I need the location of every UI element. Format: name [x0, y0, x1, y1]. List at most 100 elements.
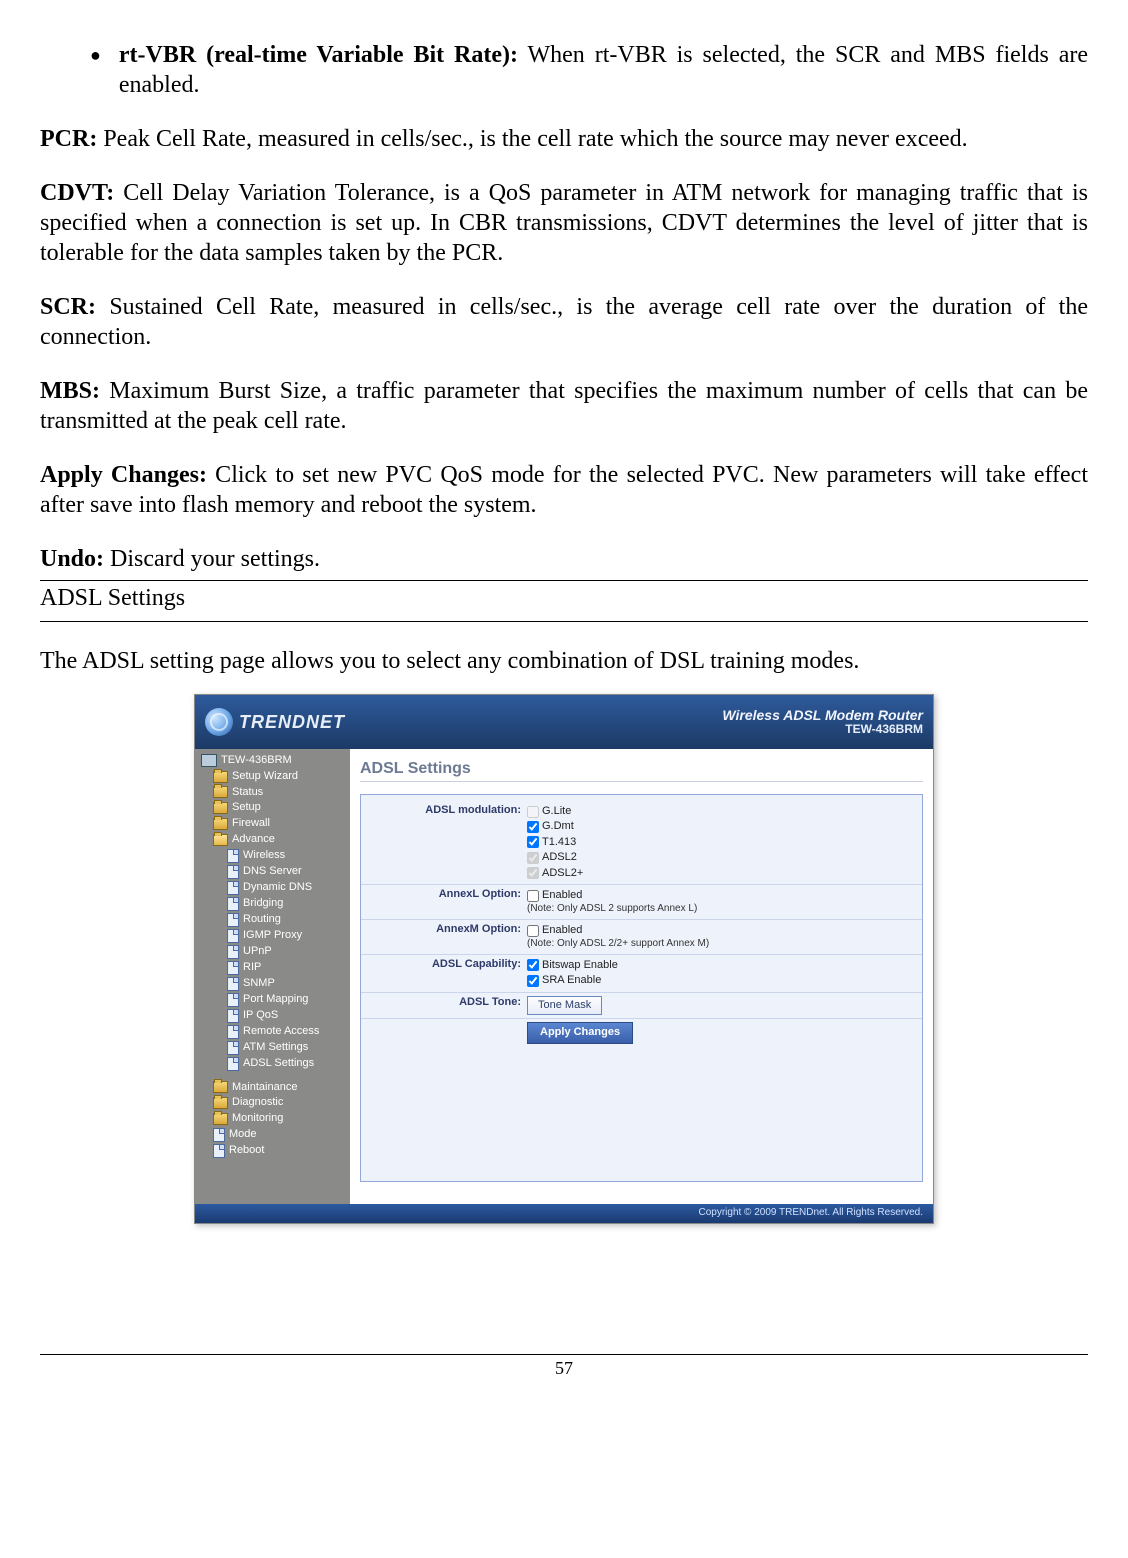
page-icon — [213, 1128, 225, 1142]
cdvt-desc: Cell Delay Variation Tolerance, is a QoS… — [40, 180, 1088, 266]
mbs-term: MBS: — [40, 378, 100, 404]
sidebar-item-remote-access[interactable]: Remote Access — [195, 1024, 350, 1040]
sidebar-item-wireless[interactable]: Wireless — [195, 848, 350, 864]
bullet-icon: ● — [90, 44, 101, 100]
modulation-label: ADSL modulation: — [361, 804, 527, 818]
header-right: Wireless ADSL Modem Router TEW-436BRM — [722, 707, 923, 737]
page-icon — [227, 865, 239, 879]
page-icon — [227, 1025, 239, 1039]
tone-label: ADSL Tone: — [361, 996, 527, 1010]
sidebar-item-bridging[interactable]: Bridging — [195, 896, 350, 912]
chk-gdmt[interactable] — [527, 821, 539, 833]
content-area: ADSL Settings ADSL modulation: G.Lite G.… — [350, 749, 933, 1204]
chk-sra[interactable] — [527, 975, 539, 987]
sidebar-item-atm-settings[interactable]: ATM Settings — [195, 1040, 350, 1056]
scr-desc: Sustained Cell Rate, measured in cells/s… — [40, 294, 1088, 350]
sidebar-item-dynamic-dns[interactable]: Dynamic DNS — [195, 880, 350, 896]
folder-icon — [213, 771, 228, 783]
folder-icon — [213, 818, 228, 830]
section-divider-top — [40, 580, 1088, 581]
page-icon — [227, 1009, 239, 1023]
page-icon — [227, 1041, 239, 1055]
product-tagline: Wireless ADSL Modem Router — [722, 707, 923, 723]
folder-icon — [213, 1097, 228, 1109]
bullet-rt-vbr: ● rt-VBR (real-time Variable Bit Rate): … — [90, 40, 1088, 100]
capability-label: ADSL Capability: — [361, 958, 527, 972]
chk-glite[interactable] — [527, 806, 539, 818]
sidebar-item-setup[interactable]: Setup — [195, 800, 350, 816]
page-icon — [227, 977, 239, 991]
app-header: TRENDNET Wireless ADSL Modem Router TEW-… — [195, 695, 933, 749]
chk-annexl[interactable] — [527, 890, 539, 902]
section-divider-bottom — [40, 621, 1088, 622]
sidebar-item-setup-wizard[interactable]: Setup Wizard — [195, 769, 350, 785]
sidebar-item-advance[interactable]: Advance — [195, 832, 350, 848]
page-icon — [227, 929, 239, 943]
sidebar-item-firewall[interactable]: Firewall — [195, 816, 350, 832]
page-icon — [227, 913, 239, 927]
sidebar-item-maintainance[interactable]: Maintainance — [195, 1080, 350, 1096]
sidebar-item-ip-qos[interactable]: IP QoS — [195, 1008, 350, 1024]
page-icon — [227, 1057, 239, 1071]
sidebar-item-monitoring[interactable]: Monitoring — [195, 1111, 350, 1127]
annexl-label: AnnexL Option: — [361, 888, 527, 902]
sidebar-item-diagnostic[interactable]: Diagnostic — [195, 1095, 350, 1111]
pcr-desc: Peak Cell Rate, measured in cells/sec., … — [97, 126, 967, 152]
app-footer: Copyright © 2009 TRENDnet. All Rights Re… — [195, 1204, 933, 1223]
undo-term: Undo: — [40, 546, 104, 572]
section-title: ADSL Settings — [40, 583, 1088, 615]
sidebar-item-igmp-proxy[interactable]: IGMP Proxy — [195, 928, 350, 944]
monitor-icon — [201, 754, 217, 767]
folder-icon — [213, 786, 228, 798]
sidebar-root[interactable]: TEW-436BRM — [195, 753, 350, 769]
folder-icon — [213, 1081, 228, 1093]
folder-open-icon — [213, 834, 228, 846]
page-number: 57 — [555, 1358, 573, 1378]
sidebar-item-mode[interactable]: Mode — [195, 1127, 350, 1143]
tone-mask-button[interactable]: Tone Mask — [527, 996, 602, 1016]
sidebar-item-status[interactable]: Status — [195, 785, 350, 801]
annexm-note: (Note: Only ADSL 2/2+ support Annex M) — [527, 938, 709, 951]
sidebar-item-upnp[interactable]: UPnP — [195, 944, 350, 960]
brand-text: TRENDNET — [239, 711, 345, 734]
brand: TRENDNET — [205, 708, 345, 736]
sidebar-item-adsl-settings[interactable]: ADSL Settings — [195, 1056, 350, 1072]
page-footer: 57 — [40, 1354, 1088, 1380]
sidebar-item-dns-server[interactable]: DNS Server — [195, 864, 350, 880]
apply-term: Apply Changes: — [40, 462, 207, 488]
chk-adsl2[interactable] — [527, 852, 539, 864]
sidebar-item-port-mapping[interactable]: Port Mapping — [195, 992, 350, 1008]
mbs-desc: Maximum Burst Size, a traffic parameter … — [40, 378, 1088, 434]
brand-logo-icon — [205, 708, 233, 736]
page-icon — [227, 945, 239, 959]
page-icon — [227, 881, 239, 895]
sidebar-item-reboot[interactable]: Reboot — [195, 1143, 350, 1159]
page-icon — [227, 897, 239, 911]
scr-term: SCR: — [40, 294, 96, 320]
content-title: ADSL Settings — [360, 759, 923, 782]
cdvt-term: CDVT: — [40, 180, 114, 206]
rt-vbr-term: rt-VBR (real-time Variable Bit Rate): — [119, 42, 518, 68]
sidebar-item-rip[interactable]: RIP — [195, 960, 350, 976]
sidebar-item-snmp[interactable]: SNMP — [195, 976, 350, 992]
folder-icon — [213, 1113, 228, 1125]
annexm-label: AnnexM Option: — [361, 923, 527, 937]
apply-changes-button[interactable]: Apply Changes — [527, 1022, 633, 1044]
page-icon — [213, 1144, 225, 1158]
sidebar: TEW-436BRM Setup Wizard Status Setup Fir… — [195, 749, 350, 1204]
annexl-note: (Note: Only ADSL 2 supports Annex L) — [527, 903, 697, 916]
pcr-term: PCR: — [40, 126, 97, 152]
page-icon — [227, 993, 239, 1007]
section-intro: The ADSL setting page allows you to sele… — [40, 646, 1088, 676]
chk-t1413[interactable] — [527, 836, 539, 848]
chk-adsl2plus[interactable] — [527, 867, 539, 879]
settings-panel: ADSL modulation: G.Lite G.Dmt T1.413 ADS… — [360, 794, 923, 1182]
sidebar-item-routing[interactable]: Routing — [195, 912, 350, 928]
undo-desc: Discard your settings. — [104, 546, 320, 572]
chk-annexm[interactable] — [527, 925, 539, 937]
folder-icon — [213, 802, 228, 814]
product-model: TEW-436BRM — [722, 723, 923, 737]
page-icon — [227, 961, 239, 975]
chk-bitswap[interactable] — [527, 959, 539, 971]
router-admin-window: TRENDNET Wireless ADSL Modem Router TEW-… — [194, 694, 934, 1224]
